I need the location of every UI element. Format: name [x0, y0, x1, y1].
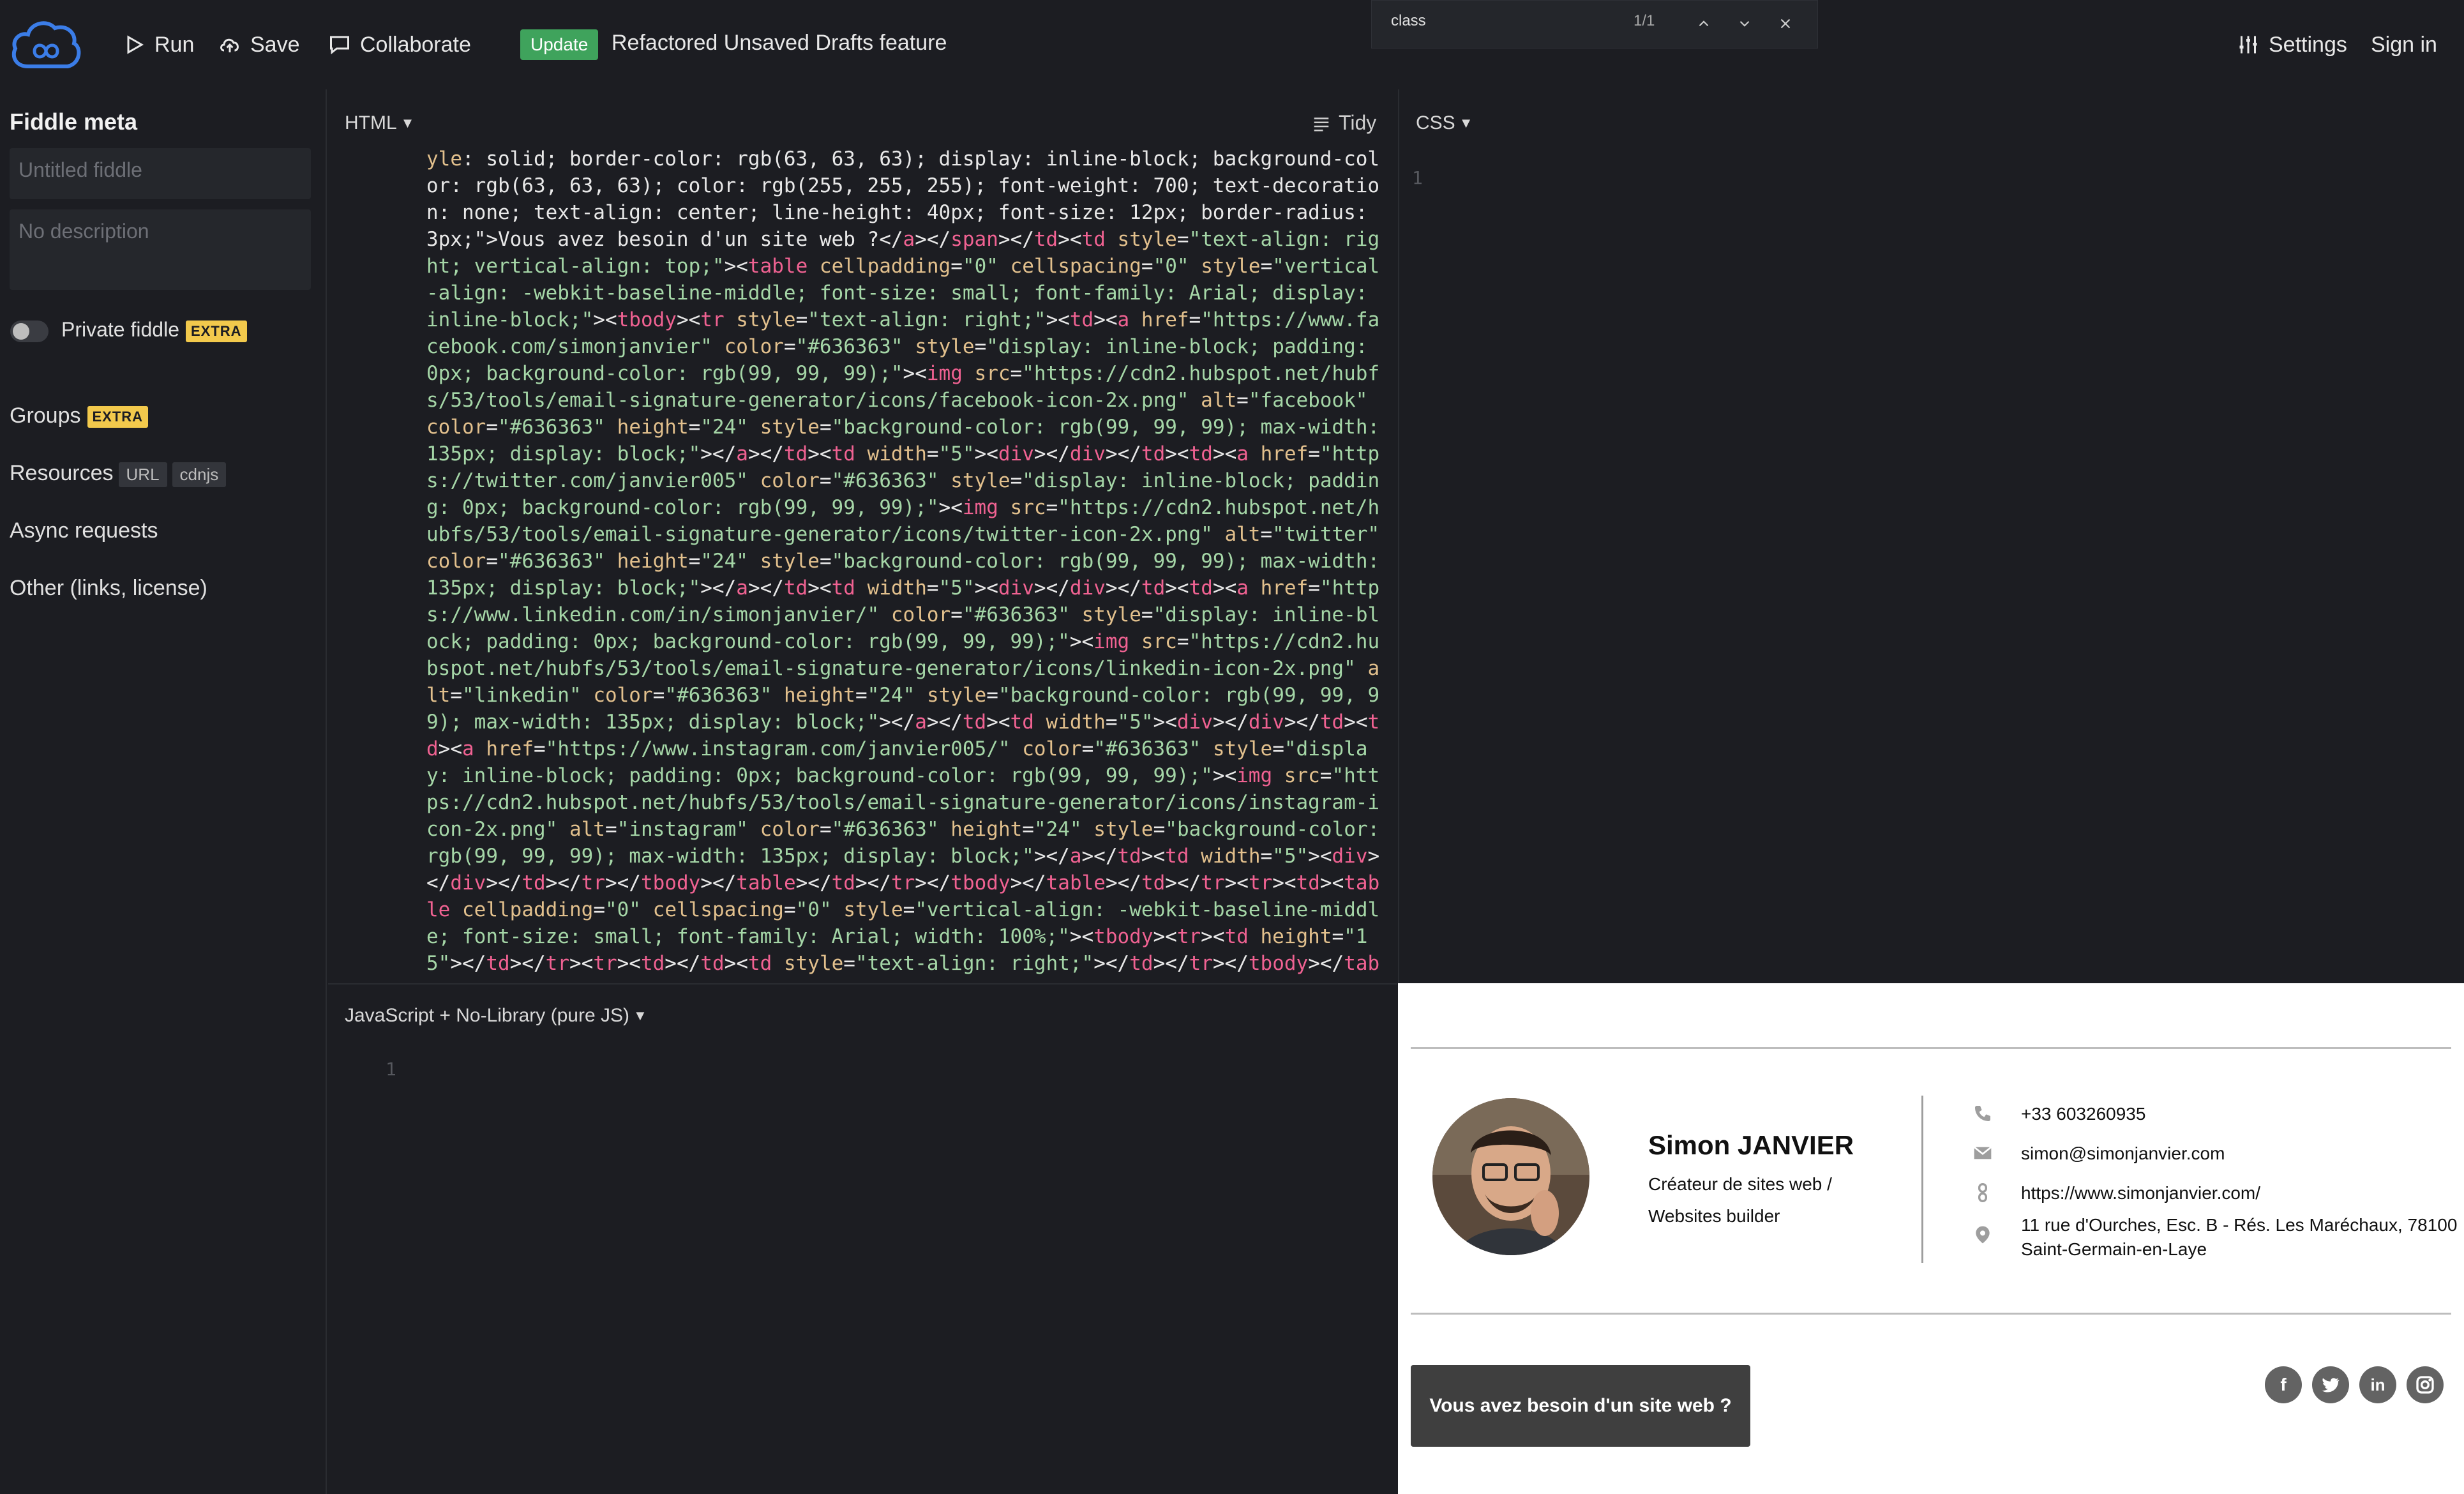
sidebar-title: Fiddle meta — [10, 109, 138, 135]
tidy-button[interactable]: Tidy — [1312, 111, 1376, 135]
signature-top-divider — [1411, 1047, 2451, 1049]
extra-badge: EXTRA — [87, 406, 149, 428]
fiddle-description-input[interactable]: No description — [10, 209, 311, 290]
find-bar: class 1/1 — [1371, 0, 1818, 49]
need-website-button[interactable]: Vous avez besoin d'un site web ? — [1411, 1365, 1750, 1447]
sidebar-item-other[interactable]: Other (links, license) — [10, 576, 207, 601]
email-icon — [1973, 1146, 1992, 1159]
find-count: 1/1 — [1634, 12, 1655, 29]
signature-address-line1: 11 rue d'Ourches, Esc. B - Rés. Les Maré… — [2021, 1215, 2458, 1235]
private-fiddle-text: Private fiddle — [61, 318, 179, 341]
collaborate-label: Collaborate — [360, 32, 471, 57]
html-label: HTML — [345, 112, 397, 133]
find-next-button[interactable] — [1732, 11, 1757, 36]
sidebar-item-groups[interactable]: Groups EXTRA — [10, 404, 149, 428]
resource-tag-url[interactable]: URL — [118, 462, 167, 487]
css-label: CSS — [1416, 112, 1455, 133]
chevron-down-icon — [1739, 20, 1750, 27]
private-fiddle-label: Private fiddle EXTRA — [61, 318, 247, 342]
save-label: Save — [250, 32, 300, 57]
update-text[interactable]: Refactored Unsaved Drafts feature — [612, 31, 947, 56]
extra-badge: EXTRA — [185, 320, 247, 342]
html-language-dropdown[interactable]: HTML ▼ — [345, 112, 414, 134]
css-editor-panel[interactable] — [1398, 89, 2464, 983]
run-label: Run — [154, 32, 195, 57]
js-label: JavaScript + No-Library (pure JS) — [345, 1005, 629, 1026]
resources-label: Resources — [10, 461, 114, 485]
find-input[interactable]: class — [1391, 12, 1426, 30]
facebook-icon[interactable]: f — [2265, 1366, 2302, 1403]
top-toolbar: Run Save Collaborate Update Refactored U… — [0, 0, 2464, 89]
sidebar-item-resources[interactable]: Resources URL cdnjs — [10, 461, 227, 487]
js-editor-panel[interactable] — [328, 983, 1397, 1494]
sign-in-button[interactable]: Sign in — [2371, 26, 2437, 64]
signature-role: Créateur de sites web / Websites builder — [1648, 1168, 1852, 1232]
js-line-number: 1 — [386, 1059, 396, 1080]
resource-tag-cdnjs[interactable]: cdnjs — [172, 462, 227, 487]
chevron-up-icon — [1699, 20, 1709, 27]
signature-address: 11 rue d'Ourches, Esc. B - Rés. Les Maré… — [2021, 1213, 2457, 1262]
groups-label: Groups — [10, 404, 81, 428]
signature-role-line2: Websites builder — [1648, 1206, 1780, 1226]
signature-bottom-divider — [1411, 1313, 2451, 1315]
result-preview: Simon JANVIER Créateur de sites web / We… — [1398, 983, 2464, 1494]
css-language-dropdown[interactable]: CSS ▼ — [1416, 112, 1473, 134]
settings-label: Settings — [2269, 32, 2347, 57]
find-close-button[interactable] — [1773, 11, 1798, 36]
profile-photo — [1432, 1098, 1589, 1255]
collaborate-button[interactable]: Collaborate — [328, 26, 471, 64]
toggle-knob — [13, 323, 29, 340]
save-button[interactable]: Save — [218, 26, 300, 64]
signature-address-line2: Saint-Germain-en-Laye — [2021, 1239, 2207, 1259]
align-lines-icon — [1314, 117, 1329, 131]
signature-website[interactable]: https://www.simonjanvier.com/ — [2021, 1181, 2260, 1205]
sliders-icon — [2239, 36, 2257, 54]
cloud-upload-icon — [220, 38, 239, 52]
sign-in-label: Sign in — [2371, 32, 2437, 57]
run-button[interactable]: Run — [123, 26, 194, 64]
phone-icon — [1975, 1106, 1990, 1121]
signature-role-line1: Créateur de sites web / — [1648, 1174, 1832, 1194]
signature-vertical-divider — [1921, 1096, 1923, 1263]
linkedin-icon[interactable]: in — [2359, 1366, 2396, 1403]
caret-down-icon: ▼ — [633, 1007, 647, 1023]
twitter-icon[interactable] — [2312, 1366, 2349, 1403]
instagram-icon[interactable] — [2407, 1366, 2444, 1403]
close-icon — [1780, 19, 1791, 29]
tidy-label: Tidy — [1339, 111, 1377, 134]
find-previous-button[interactable] — [1691, 11, 1717, 36]
update-badge[interactable]: Update — [520, 29, 599, 60]
signature-email[interactable]: simon@simonjanvier.com — [2021, 1142, 2225, 1166]
play-icon — [127, 35, 144, 54]
chat-icon — [330, 36, 349, 55]
link-icon — [1978, 1183, 1987, 1202]
html-code-area[interactable]: yle: solid; border-color: rgb(63, 63, 63… — [426, 146, 1384, 976]
location-pin-icon — [1976, 1226, 1990, 1244]
fiddle-name-input[interactable]: Untitled fiddle — [10, 148, 311, 199]
settings-button[interactable]: Settings — [2237, 26, 2347, 64]
fiddle-meta-sidebar: Fiddle meta Untitled fiddle No descripti… — [0, 89, 327, 1494]
jsfiddle-logo-icon[interactable] — [9, 18, 83, 73]
sidebar-item-async-requests[interactable]: Async requests — [10, 518, 158, 543]
signature-name: Simon JANVIER — [1648, 1130, 1854, 1160]
css-line-number: 1 — [1412, 167, 1423, 188]
js-language-dropdown[interactable]: JavaScript + No-Library (pure JS) ▼ — [345, 1005, 647, 1027]
caret-down-icon: ▼ — [1459, 115, 1473, 131]
private-fiddle-toggle[interactable] — [10, 321, 49, 342]
caret-down-icon: ▼ — [400, 115, 415, 131]
signature-phone[interactable]: +33 603260935 — [2021, 1102, 2145, 1126]
